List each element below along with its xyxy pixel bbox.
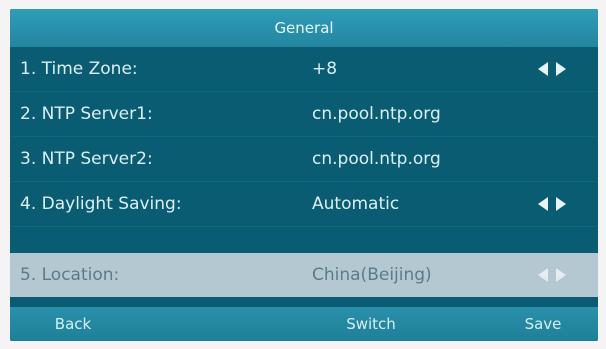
softkey-bar: Back Switch Save xyxy=(10,307,598,341)
right-arrow-icon[interactable] xyxy=(556,197,566,211)
setting-row-ntp-server1[interactable]: 2. NTP Server1: cn.pool.ntp.org xyxy=(10,92,598,136)
value-switch-arrows[interactable] xyxy=(530,253,580,297)
screen-title: General xyxy=(10,9,598,47)
phone-screen-frame: General 1. Time Zone: +8 2. NTP Server1:… xyxy=(0,0,606,349)
setting-label: 5. Location: xyxy=(20,265,120,285)
value-switch-arrows[interactable] xyxy=(530,182,580,226)
setting-row-ntp-server2[interactable]: 3. NTP Server2: cn.pool.ntp.org xyxy=(10,137,598,181)
left-arrow-icon[interactable] xyxy=(538,62,548,76)
setting-label: 3. NTP Server2: xyxy=(20,149,153,169)
switch-softkey[interactable]: Switch xyxy=(316,307,426,341)
right-arrow-icon[interactable] xyxy=(556,268,566,282)
left-arrow-icon[interactable] xyxy=(538,268,548,282)
setting-value: cn.pool.ntp.org xyxy=(312,149,441,169)
setting-label: 2. NTP Server1: xyxy=(20,104,153,124)
row-divider xyxy=(10,226,598,227)
right-arrow-icon[interactable] xyxy=(556,62,566,76)
left-arrow-icon[interactable] xyxy=(538,197,548,211)
setting-label: 1. Time Zone: xyxy=(20,59,138,79)
value-switch-arrows[interactable] xyxy=(530,47,580,91)
setting-row-daylight-saving[interactable]: 4. Daylight Saving: Automatic xyxy=(10,182,598,226)
setting-value: China(Beijing) xyxy=(312,265,432,285)
setting-value: +8 xyxy=(312,59,338,79)
setting-row-time-zone[interactable]: 1. Time Zone: +8 xyxy=(10,47,598,91)
setting-value: cn.pool.ntp.org xyxy=(312,104,441,124)
save-softkey[interactable]: Save xyxy=(488,307,598,341)
lcd-screen: General 1. Time Zone: +8 2. NTP Server1:… xyxy=(10,9,598,341)
setting-value: Automatic xyxy=(312,194,400,214)
setting-label: 4. Daylight Saving: xyxy=(20,194,182,214)
setting-row-location[interactable]: 5. Location: China(Beijing) xyxy=(10,253,598,297)
back-softkey[interactable]: Back xyxy=(18,307,128,341)
